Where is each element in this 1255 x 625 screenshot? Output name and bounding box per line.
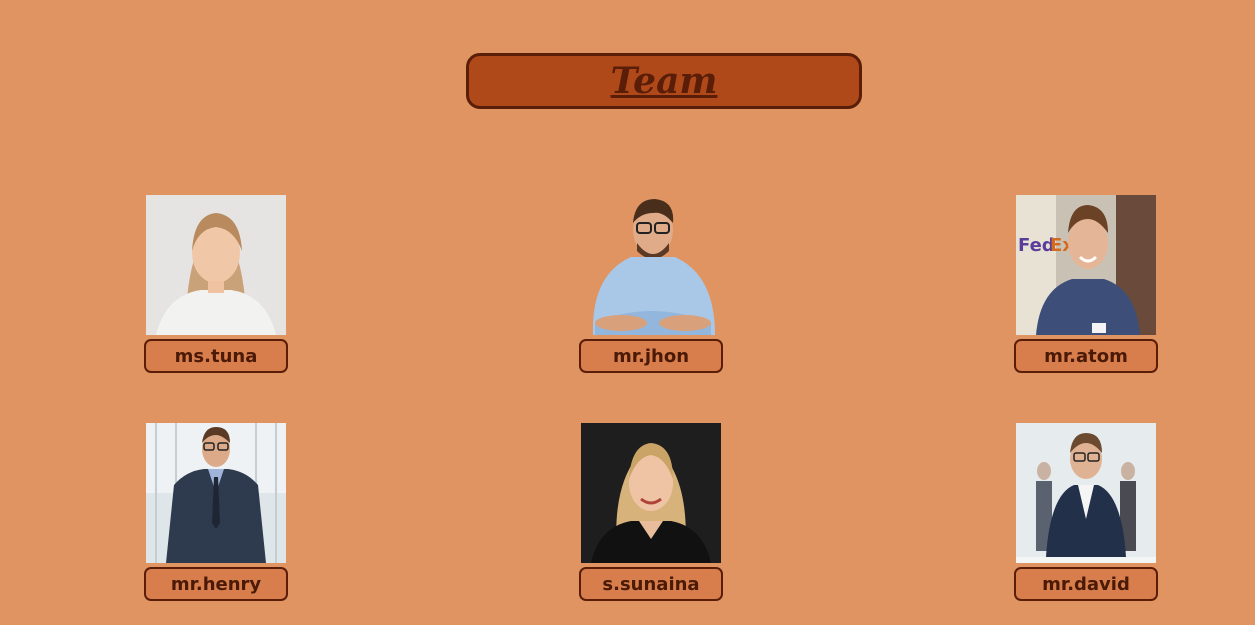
member-card-mr-david: mr.david — [1014, 423, 1158, 601]
member-card-ms-tuna: ms.tuna — [144, 195, 288, 373]
name-tag: mr.david — [1014, 567, 1158, 601]
name-tag: mr.henry — [144, 567, 288, 601]
member-card-mr-jhon: mr.jhon — [579, 195, 723, 373]
mr-david-photo — [1016, 423, 1156, 563]
mr-jhon-photo — [581, 195, 721, 335]
mr-henry-photo — [146, 423, 286, 563]
member-card-s-sunaina: s.sunaina — [579, 423, 723, 601]
name-tag: mr.atom — [1014, 339, 1158, 373]
ms-tuna-photo — [146, 195, 286, 335]
team-title-box: Team — [466, 53, 862, 109]
name-tag: mr.jhon — [579, 339, 723, 373]
s-sunaina-photo — [581, 423, 721, 563]
mr-atom-photo: Fed Ex — [1016, 195, 1156, 335]
member-card-mr-atom: Fed Ex mr.atom — [1014, 195, 1158, 373]
page-title: Team — [610, 60, 718, 102]
member-card-mr-henry: mr.henry — [144, 423, 288, 601]
name-tag: ms.tuna — [144, 339, 288, 373]
name-tag: s.sunaina — [579, 567, 723, 601]
